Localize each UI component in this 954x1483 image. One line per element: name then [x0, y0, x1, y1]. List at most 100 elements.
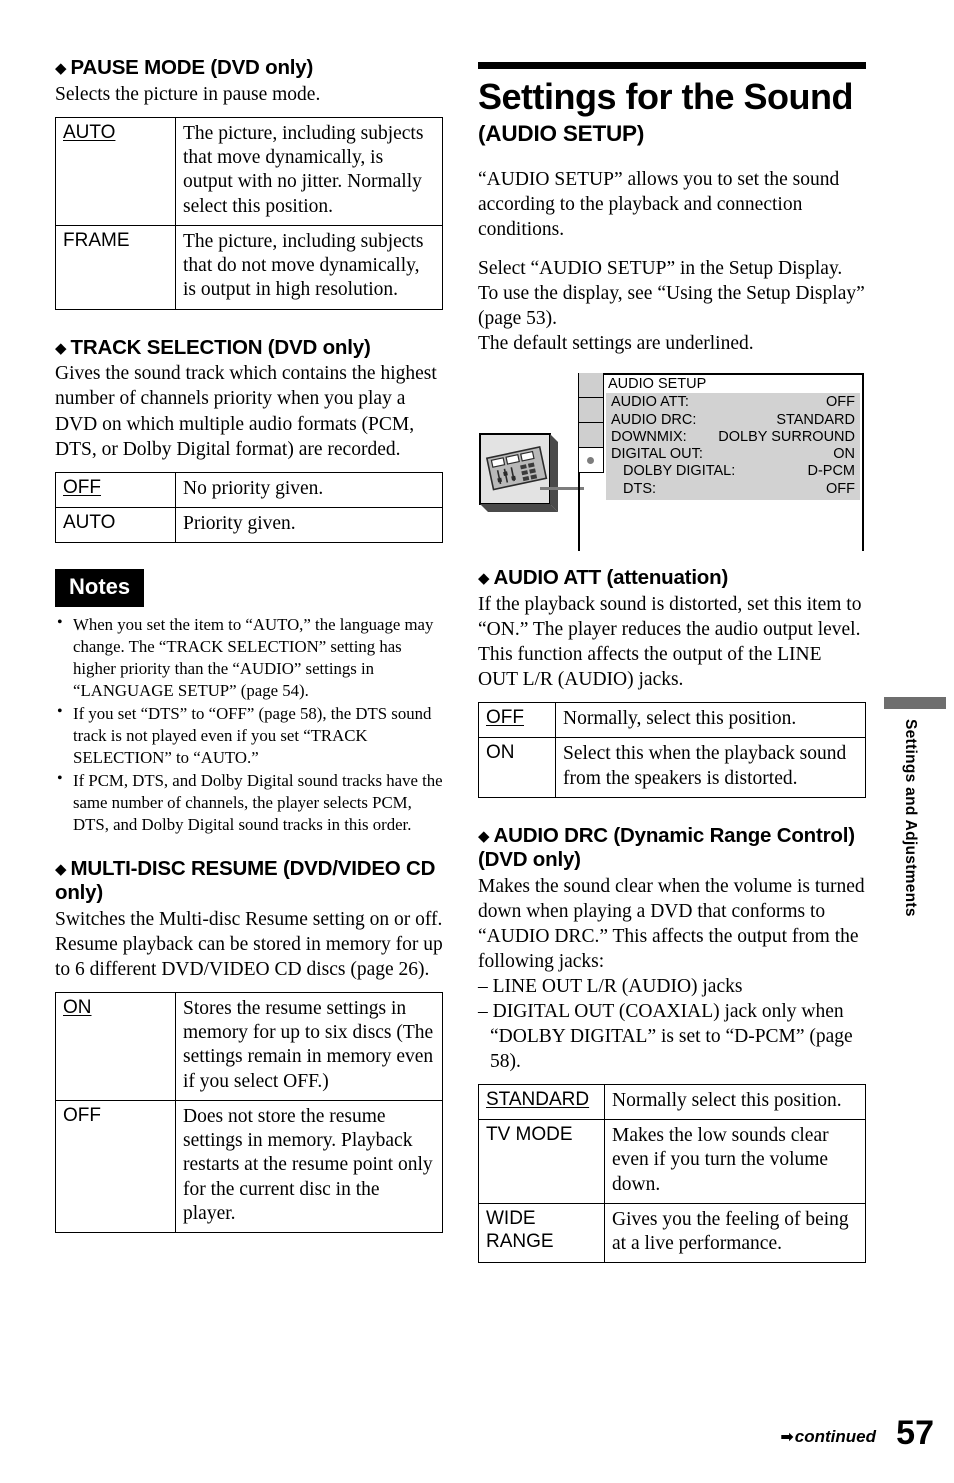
side-tab-bar [884, 697, 946, 709]
option-value: Priority given. [175, 506, 443, 544]
section-track-selection: ◆ TRACK SELECTION (DVD only) Gives the so… [55, 336, 443, 544]
option-key: WIDE RANGE [478, 1202, 605, 1264]
osd-tab-3[interactable] [578, 423, 604, 449]
table-row: OFF No priority given. [55, 471, 443, 508]
osd-row-value: OFF [826, 394, 855, 411]
osd-panel: AUDIO SETUP AUDIO ATT: OFF AUDIO DRC: ST… [606, 376, 860, 500]
option-key: TV MODE [478, 1119, 605, 1204]
osd-row-downmix[interactable]: DOWNMIX: DOLBY SURROUND [611, 429, 855, 446]
option-value: Does not store the resume settings in me… [175, 1099, 443, 1234]
table-row: AUTO Priority given. [55, 506, 443, 544]
list-item: When you set the item to “AUTO,” the lan… [55, 613, 443, 702]
continued-label: continued [794, 1427, 876, 1446]
option-value: Gives you the feeling of being at a live… [604, 1202, 866, 1264]
osd-tab-1[interactable] [578, 373, 604, 399]
option-value: The picture, including subjects that do … [175, 224, 443, 310]
osd-row-value: OFF [826, 480, 855, 497]
option-key: AUTO [55, 506, 176, 544]
page-title: Settings for the Sound [478, 76, 853, 117]
osd-panel-title: AUDIO SETUP [608, 376, 707, 393]
osd-selection-dot-icon [587, 457, 594, 465]
osd-row-value: D-PCM [807, 463, 855, 480]
audio-mixer-icon [478, 428, 564, 514]
list-item: If you set “DTS” to “OFF” (page 58), the… [55, 702, 443, 769]
section-multi-disc-resume: ◆ MULTI-DISC RESUME (DVD/VIDEO CD only) S… [55, 857, 443, 1234]
left-column: ◆ PAUSE MODE (DVD only) Selects the pictu… [55, 56, 443, 1234]
page-subtitle: (AUDIO SETUP) [478, 121, 645, 147]
pause-mode-table: AUTO The picture, including subjects tha… [55, 116, 443, 310]
table-row: AUTO The picture, including subjects tha… [55, 116, 443, 226]
pause-mode-heading: ◆ PAUSE MODE (DVD only) [55, 56, 443, 80]
osd-row-digital-out[interactable]: DIGITAL OUT: ON [611, 446, 855, 463]
option-key: ON [478, 737, 556, 798]
audio-att-intro: If the playback sound is distorted, set … [478, 594, 862, 691]
osd-row-audio-att[interactable]: AUDIO ATT: OFF [611, 394, 855, 411]
diamond-bullet-icon: ◆ [55, 59, 67, 77]
option-key: OFF [55, 1099, 176, 1234]
osd-row-key: DOWNMIX: [611, 428, 687, 445]
page-number: 57 [896, 1414, 934, 1452]
side-tab: Settings and Adjustments [884, 697, 948, 917]
option-value: The picture, including subjects that mov… [175, 116, 443, 226]
table-row: TV MODE Makes the low sounds clear even … [478, 1119, 866, 1204]
option-key: OFF [478, 702, 556, 739]
audio-drc-bullet-1: – LINE OUT L/R (AUDIO) jacks [478, 975, 743, 997]
audio-drc-heading: ◆ AUDIO DRC (Dynamic Range Control) (DVD … [478, 824, 866, 872]
list-item: If PCM, DTS, and Dolby Digital sound tra… [55, 769, 443, 836]
osd-row-dolby-digital[interactable]: DOLBY DIGITAL: D-PCM [611, 463, 855, 480]
audio-att-table: OFF Normally, select this position. ON S… [478, 702, 866, 798]
notes-block: Notes When you set the item to “AUTO,” t… [55, 569, 443, 836]
osd-row-key: DOLBY DIGITAL: [623, 463, 736, 480]
option-key: AUTO [55, 116, 176, 226]
osd-row-audio-drc[interactable]: AUDIO DRC: STANDARD [611, 412, 855, 429]
audio-setup-intro-2: Select “AUDIO SETUP” in the Setup Displa… [478, 258, 865, 330]
multi-disc-resume-heading-text: MULTI-DISC RESUME (DVD/VIDEO CD only) [55, 857, 436, 904]
track-selection-table: OFF No priority given. AUTO Priority giv… [55, 471, 443, 544]
pause-mode-heading-text: PAUSE MODE (DVD only) [70, 56, 314, 79]
continued-note: ➡continued [780, 1427, 876, 1447]
table-row: STANDARD Normally select this position. [478, 1083, 866, 1121]
table-row: FRAME The picture, including subjects th… [55, 224, 443, 310]
chapter-rule [478, 62, 866, 69]
option-value: Select this when the playback sound from… [555, 737, 866, 798]
table-row: OFF Does not store the resume settings i… [55, 1099, 443, 1234]
section-audio-att: ◆ AUDIO ATT (attenuation) If the playback… [478, 566, 866, 798]
audio-setup-osd-figure: AUDIO SETUP AUDIO ATT: OFF AUDIO DRC: ST… [478, 370, 866, 552]
option-value: Normally, select this position. [555, 702, 866, 739]
audio-setup-intro-3: The default settings are underlined. [478, 333, 754, 355]
table-row: OFF Normally, select this position. [478, 702, 866, 739]
osd-row-key: AUDIO DRC: [611, 411, 697, 428]
multi-disc-resume-heading: ◆ MULTI-DISC RESUME (DVD/VIDEO CD only) [55, 857, 443, 905]
osd-tab-audio-setup-selected[interactable] [578, 448, 604, 474]
section-pause-mode: ◆ PAUSE MODE (DVD only) Selects the pictu… [55, 56, 443, 310]
osd-settings-list: AUDIO ATT: OFF AUDIO DRC: STANDARD DOWNM… [606, 393, 860, 500]
option-key: STANDARD [478, 1083, 605, 1121]
track-selection-heading: ◆ TRACK SELECTION (DVD only) [55, 336, 443, 360]
page-footer: ➡continued 57 [0, 1414, 954, 1464]
pause-mode-intro: Selects the picture in pause mode. [55, 83, 321, 105]
table-row: ON Stores the resume settings in memory … [55, 991, 443, 1101]
section-audio-drc: ◆ AUDIO DRC (Dynamic Range Control) (DVD … [478, 824, 866, 1264]
osd-row-key: AUDIO ATT: [611, 394, 689, 411]
arrow-right-icon: ➡ [780, 1427, 794, 1446]
option-value: No priority given. [175, 471, 443, 508]
osd-row-key: DTS: [623, 480, 657, 497]
audio-att-heading: ◆ AUDIO ATT (attenuation) [478, 566, 866, 590]
multi-disc-resume-intro: Switches the Multi-disc Resume setting o… [55, 908, 443, 980]
diamond-bullet-icon: ◆ [55, 338, 67, 357]
track-selection-heading-text: TRACK SELECTION (DVD only) [70, 335, 371, 359]
option-key: ON [55, 991, 176, 1101]
side-tab-label: Settings and Adjustments [902, 719, 919, 917]
option-value: Normally select this position. [604, 1083, 866, 1121]
osd-tab-strip [578, 373, 604, 474]
option-key: OFF [55, 471, 176, 508]
osd-tab-2[interactable] [578, 398, 604, 424]
audio-drc-heading-text: AUDIO DRC (Dynamic Range Control) (DVD o… [478, 823, 855, 871]
audio-setup-intro-1: “AUDIO SETUP” allows you to set the soun… [478, 168, 840, 240]
audio-drc-table: STANDARD Normally select this position. … [478, 1083, 866, 1264]
option-key: FRAME [55, 224, 176, 310]
osd-row-value: DOLBY SURROUND [718, 428, 855, 445]
audio-att-heading-text: AUDIO ATT (attenuation) [493, 566, 729, 590]
osd-row-dts[interactable]: DTS: OFF [611, 481, 855, 498]
option-value: Stores the resume settings in memory for… [175, 991, 443, 1101]
